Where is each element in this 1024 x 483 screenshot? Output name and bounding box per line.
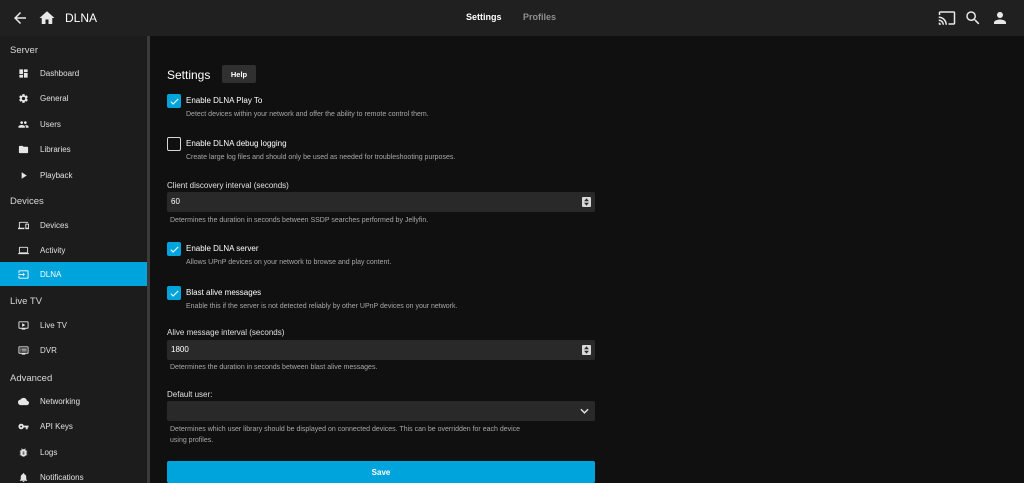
sidebar-item-label: Playback <box>40 170 73 180</box>
sidebar-item-users[interactable]: Users <box>0 112 147 136</box>
sidebar-item-label: Libraries <box>40 144 71 154</box>
alive-interval-description: Determines the duration in seconds betwe… <box>170 364 378 371</box>
sidebar-item-label: DVR <box>40 345 57 355</box>
sidebar-section-advanced: Advanced <box>10 373 53 384</box>
help-button[interactable]: Help <box>222 65 256 83</box>
sidebar-item-label: Activity <box>40 245 66 255</box>
client-discovery-input[interactable]: 60 <box>167 192 595 212</box>
sidebar-item-notifications[interactable]: Notifications <box>0 465 147 483</box>
tab-profiles[interactable]: Profiles <box>523 12 556 22</box>
stepper-icon[interactable] <box>582 197 591 207</box>
key-icon <box>18 421 29 432</box>
tab-settings[interactable]: Settings <box>466 12 502 22</box>
sidebar-item-devices[interactable]: Devices <box>0 213 147 237</box>
bug-icon <box>18 447 29 458</box>
sidebar-item-label: Networking <box>40 396 81 406</box>
play-icon <box>18 170 29 181</box>
sidebar-item-networking[interactable]: Networking <box>0 389 147 413</box>
sidebar-item-playback[interactable]: Playback <box>0 163 147 187</box>
play-to-description: Detect devices within your network and o… <box>186 111 429 118</box>
sidebar: Server Dashboard General Users Libraries… <box>0 36 147 483</box>
default-user-label: Default user: <box>167 390 213 399</box>
devices-icon <box>18 220 29 231</box>
debug-logging-label: Enable DLNA debug logging <box>186 139 287 148</box>
default-user-description-line1: Determines which user library should be … <box>170 426 521 433</box>
alive-interval-value: 1800 <box>171 345 189 354</box>
sidebar-item-dlna[interactable]: DLNA <box>0 262 147 286</box>
cloud-icon <box>18 396 29 407</box>
sidebar-item-dashboard[interactable]: Dashboard <box>0 61 147 85</box>
debug-logging-description: Create large log files and should only b… <box>186 154 456 161</box>
client-discovery-label: Client discovery interval (seconds) <box>167 181 289 190</box>
checkmark-icon <box>169 98 179 105</box>
app-header: DLNA Settings Profiles <box>0 0 1024 36</box>
activity-icon <box>18 245 29 256</box>
default-user-description-line2: using profiles. <box>170 437 214 444</box>
sidebar-item-live-tv[interactable]: Live TV <box>0 313 147 337</box>
stepper-icon[interactable] <box>582 345 591 355</box>
save-button[interactable]: Save <box>167 461 595 483</box>
gear-icon <box>18 93 29 104</box>
client-discovery-description: Determines the duration in seconds betwe… <box>170 217 429 224</box>
sidebar-item-label: API Keys <box>40 421 73 431</box>
sidebar-section-live-tv: Live TV <box>10 296 43 307</box>
dvr-icon <box>18 345 29 356</box>
sidebar-item-label: Live TV <box>40 320 67 330</box>
sidebar-section-devices: Devices <box>10 196 44 207</box>
checkmark-icon <box>169 290 179 297</box>
client-discovery-value: 60 <box>171 197 180 206</box>
sidebar-item-general[interactable]: General <box>0 86 147 110</box>
users-icon <box>18 119 29 130</box>
play-to-checkbox[interactable] <box>167 94 181 108</box>
sidebar-item-dvr[interactable]: DVR <box>0 338 147 362</box>
chevron-down-icon <box>580 408 589 414</box>
sidebar-item-label: Logs <box>40 447 58 457</box>
tv-icon <box>18 320 29 331</box>
sidebar-section-server: Server <box>10 45 38 56</box>
page-title: Settings <box>167 68 211 82</box>
home-icon[interactable] <box>37 8 57 28</box>
dlna-server-checkbox[interactable] <box>167 242 181 256</box>
bell-icon <box>18 472 29 483</box>
dlna-icon <box>18 269 29 280</box>
alive-interval-input[interactable]: 1800 <box>167 340 595 360</box>
dashboard-icon <box>18 68 29 79</box>
alive-interval-label: Alive message interval (seconds) <box>167 328 285 337</box>
play-to-label: Enable DLNA Play To <box>186 96 263 105</box>
dlna-server-label: Enable DLNA server <box>186 244 259 253</box>
search-icon[interactable] <box>963 8 983 28</box>
settings-panel: Settings Help Enable DLNA Play To Detect… <box>150 36 1024 483</box>
sidebar-item-label: Users <box>40 119 61 129</box>
sidebar-item-logs[interactable]: Logs <box>0 440 147 464</box>
folder-icon <box>18 144 29 155</box>
sidebar-item-label: Notifications <box>40 472 84 482</box>
sidebar-item-label: General <box>40 93 69 103</box>
sidebar-item-label: DLNA <box>40 269 62 279</box>
user-icon[interactable] <box>990 8 1010 28</box>
debug-logging-checkbox[interactable] <box>167 137 181 151</box>
sidebar-item-label: Dashboard <box>40 68 80 78</box>
blast-alive-description: Enable this if the server is not detecte… <box>186 303 458 310</box>
app-title: DLNA <box>65 11 98 25</box>
blast-alive-label: Blast alive messages <box>186 288 262 297</box>
sidebar-item-api-keys[interactable]: API Keys <box>0 414 147 438</box>
dlna-server-description: Allows UPnP devices on your network to b… <box>186 259 392 266</box>
sidebar-item-label: Devices <box>40 220 69 230</box>
blast-alive-checkbox[interactable] <box>167 286 181 300</box>
back-arrow-icon[interactable] <box>10 8 30 28</box>
default-user-select[interactable] <box>167 401 595 421</box>
sidebar-item-activity[interactable]: Activity <box>0 238 147 262</box>
cast-icon[interactable] <box>937 8 957 28</box>
sidebar-item-libraries[interactable]: Libraries <box>0 137 147 161</box>
checkmark-icon <box>169 246 179 253</box>
